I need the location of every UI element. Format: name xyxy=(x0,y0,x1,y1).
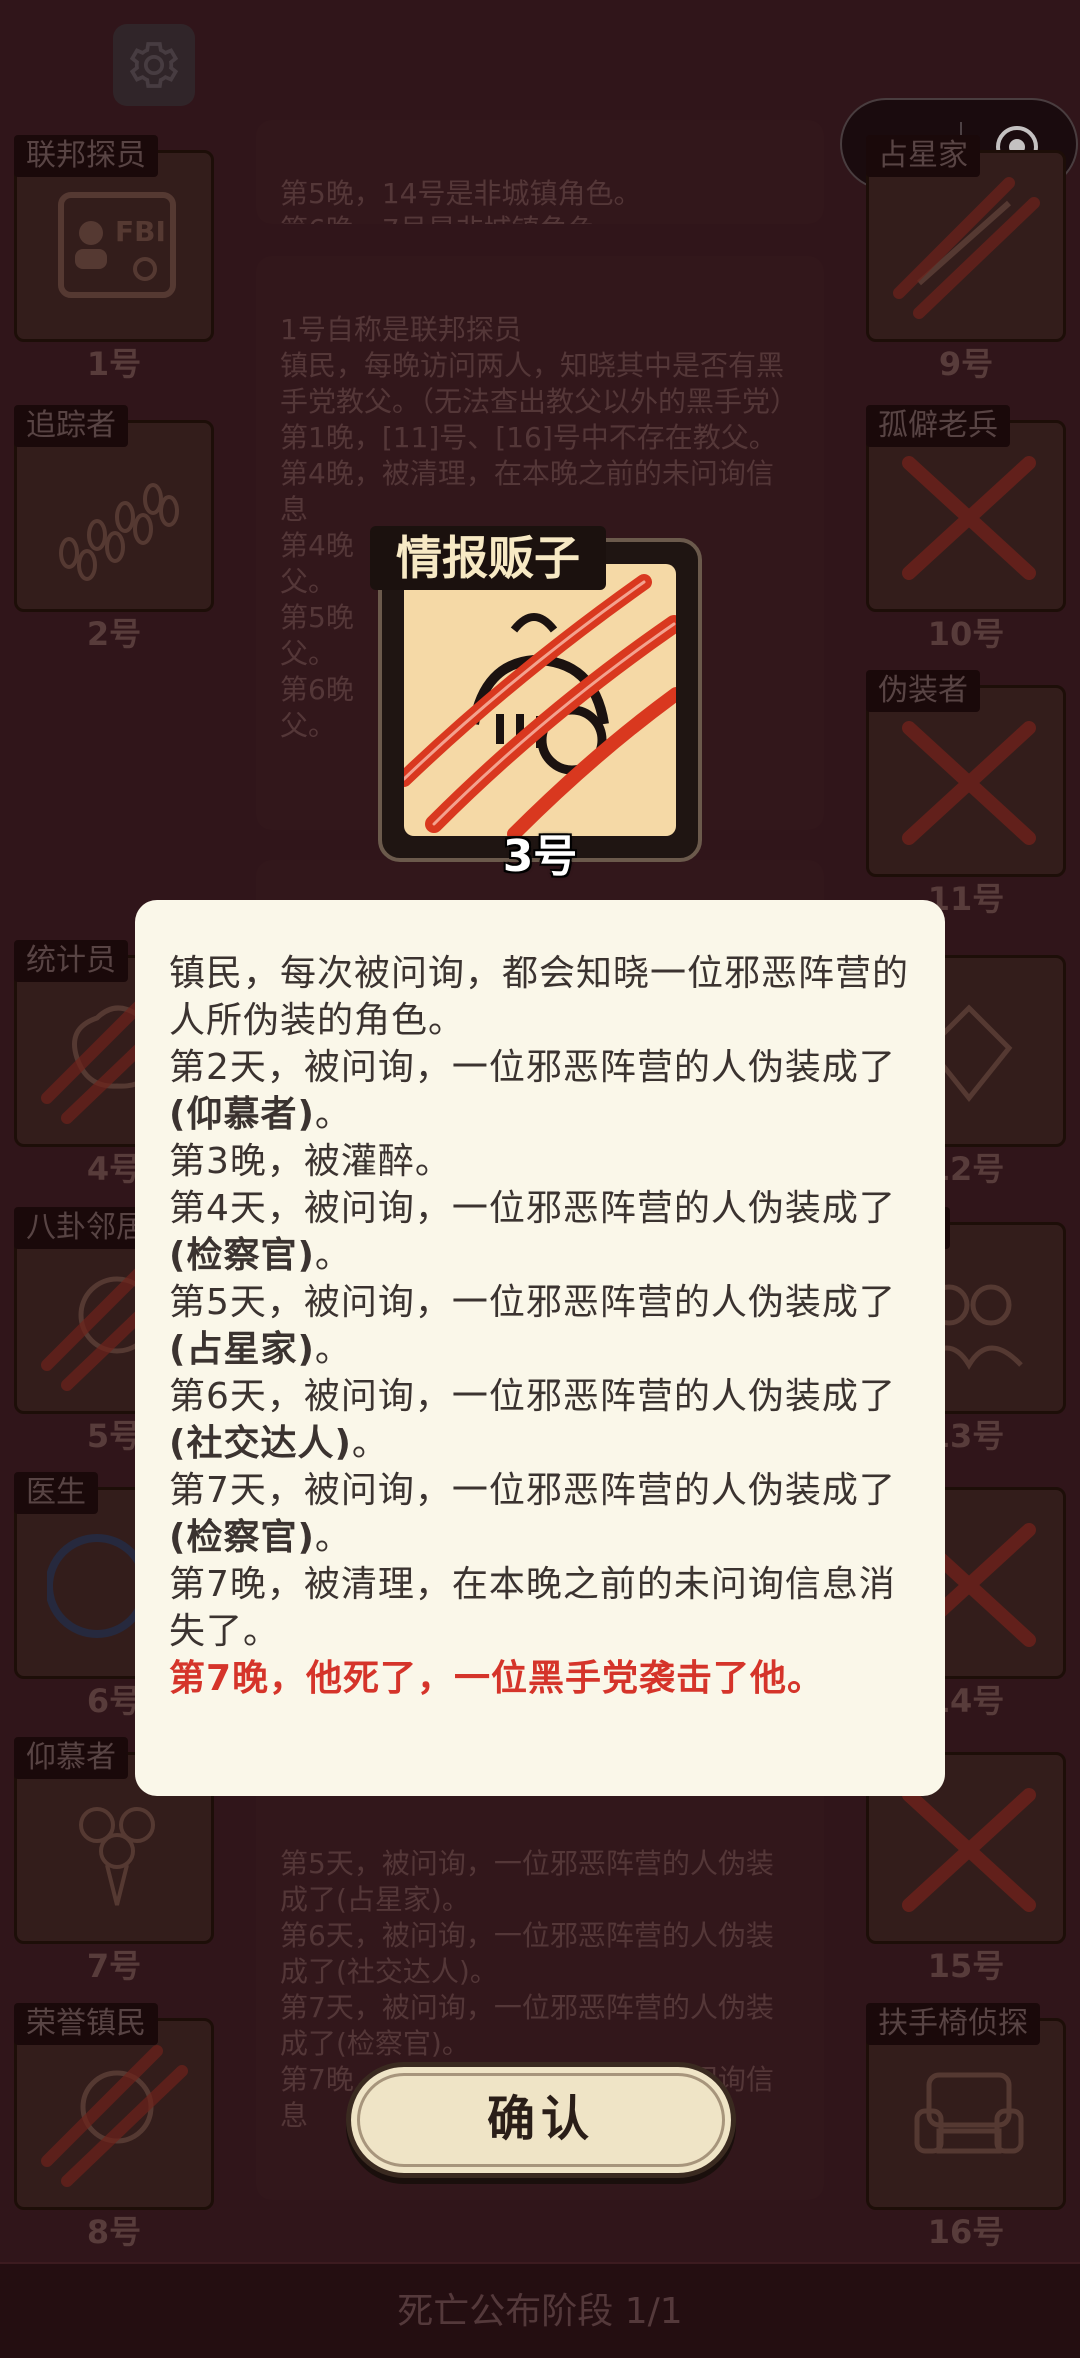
role-title: 情报贩子 xyxy=(370,526,606,590)
info-line: 镇民，每次被问询，都会知晓一位邪恶阵营的人所伪装的角色。 xyxy=(169,953,910,1041)
disguised-role: (检察官) xyxy=(169,1235,315,1276)
info-line: 第7天，被问询，一位邪恶阵营的人伪装成了(检察官)。 xyxy=(169,1470,896,1558)
portrait-image xyxy=(404,564,676,836)
role-portrait: 情报贩子 3号 xyxy=(370,526,702,882)
info-line: 第4天，被问询，一位邪恶阵营的人伪装成了(检察官)。 xyxy=(169,1188,896,1276)
info-line: 第6天，被问询，一位邪恶阵营的人伪装成了(社交达人)。 xyxy=(169,1376,896,1464)
player-number-label: 3号 xyxy=(502,831,578,882)
info-line: 第7晚，被清理，在本晚之前的未问询信息消失了。 xyxy=(169,1564,896,1652)
disguised-role: (仰慕者) xyxy=(169,1094,315,1135)
confirm-button[interactable]: 确认 xyxy=(346,2062,736,2178)
claw-scratch-icon xyxy=(404,574,676,836)
death-notice: 第7晚，他死了，一位黑手党袭击了他。 xyxy=(169,1658,825,1699)
disguised-role: (社交达人) xyxy=(169,1423,352,1464)
info-line: 第3晚，被灌醉。 xyxy=(169,1141,452,1182)
role-info-dialog: 镇民，每次被问询，都会知晓一位邪恶阵营的人所伪装的角色。 第2天，被问询，一位邪… xyxy=(135,900,945,1796)
disguised-role: (占星家) xyxy=(169,1329,315,1370)
disguised-role: (检察官) xyxy=(169,1517,315,1558)
info-line: 第2天，被问询，一位邪恶阵营的人伪装成了(仰慕者)。 xyxy=(169,1047,896,1135)
info-line: 第5天，被问询，一位邪恶阵营的人伪装成了(占星家)。 xyxy=(169,1282,896,1370)
